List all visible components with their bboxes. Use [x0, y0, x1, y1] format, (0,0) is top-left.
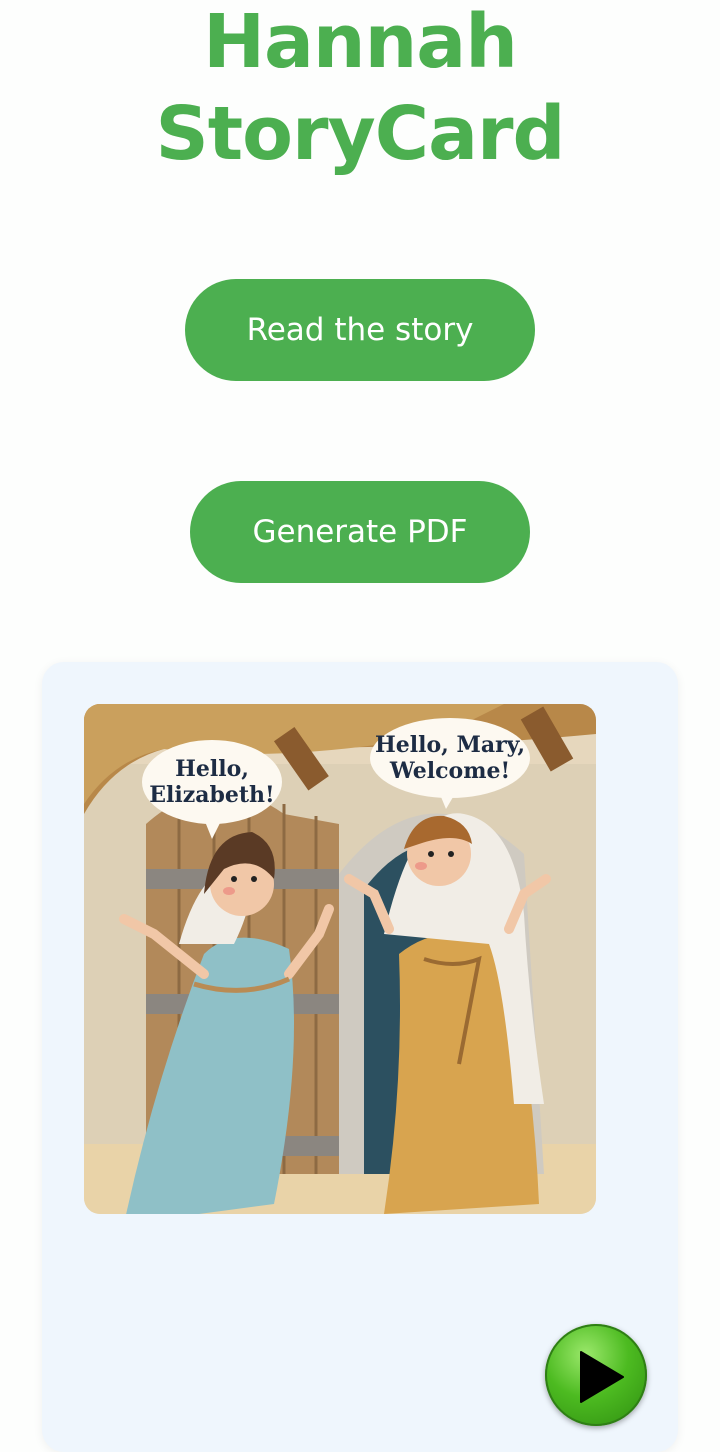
play-icon	[580, 1351, 624, 1403]
generate-pdf-button[interactable]: Generate PDF	[190, 481, 530, 583]
story-card: Hello, Elizabeth! Hello, Mary, Welcome!	[42, 662, 678, 1452]
left-bubble-line-2: Elizabeth!	[149, 782, 274, 808]
left-bubble-line-1: Hello,	[175, 756, 249, 782]
right-bubble-line-1: Hello, Mary,	[375, 732, 525, 758]
title-line-1: Hannah	[203, 0, 518, 85]
play-button[interactable]	[545, 1324, 647, 1426]
title-line-2: StoryCard	[155, 91, 566, 177]
story-illustration: Hello, Elizabeth! Hello, Mary, Welcome!	[84, 704, 596, 1214]
page-title: Hannah StoryCard	[0, 0, 720, 180]
read-story-button[interactable]: Read the story	[185, 279, 535, 381]
right-bubble-line-2: Welcome!	[389, 758, 510, 784]
